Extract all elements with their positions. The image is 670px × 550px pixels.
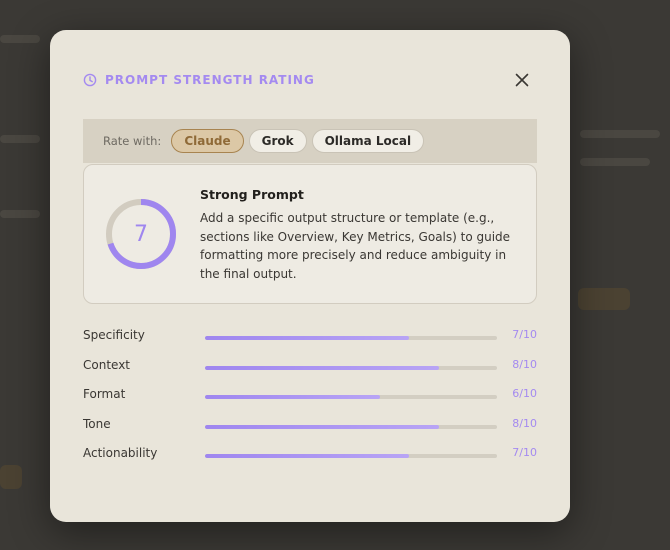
metric-label: Context xyxy=(83,357,131,372)
background-text xyxy=(0,210,40,218)
prompt-rating-modal: PROMPT STRENGTH RATING Rate with: Claude… xyxy=(50,30,570,522)
rate-option-claude[interactable]: Claude xyxy=(171,129,244,153)
metric-value: 7/10 xyxy=(512,328,537,341)
close-icon xyxy=(515,73,529,87)
metric-label: Tone xyxy=(83,416,111,431)
metric-value: 8/10 xyxy=(512,416,537,430)
metric-label: Actionability xyxy=(83,446,158,461)
background-text xyxy=(580,130,660,138)
metric-bar xyxy=(205,395,497,400)
metric-format: Format 6/10 xyxy=(83,387,537,417)
metric-bar-fill xyxy=(205,336,410,340)
summary-title: Strong Prompt xyxy=(200,187,304,202)
metric-label: Specificity xyxy=(83,328,145,342)
score-value: 7 xyxy=(134,221,148,247)
modal-title: PROMPT STRENGTH RATING xyxy=(105,73,315,87)
modal-header: PROMPT STRENGTH RATING xyxy=(83,70,537,90)
close-button[interactable] xyxy=(511,69,533,91)
metric-bar xyxy=(205,424,497,429)
background-chip xyxy=(578,288,630,310)
rate-option-ollama-local[interactable]: Ollama Local xyxy=(311,129,425,153)
background-text xyxy=(580,158,650,166)
metric-bar-fill xyxy=(205,424,439,429)
background-text xyxy=(0,35,40,43)
clock-icon xyxy=(83,73,97,87)
metric-specificity: Specificity 7/10 xyxy=(83,328,537,358)
metric-bar-fill xyxy=(205,365,439,370)
metrics-list: Specificity 7/10 Context 8/10 Format 6/1… xyxy=(83,328,537,476)
summary-text: Add a specific output structure or templ… xyxy=(200,211,511,281)
rate-with-bar: Rate with: Claude Grok Ollama Local xyxy=(83,119,537,163)
rate-with-label: Rate with: xyxy=(103,134,162,148)
metric-bar xyxy=(205,365,497,370)
metric-bar-fill xyxy=(205,395,381,400)
background-text xyxy=(0,135,40,143)
metric-bar xyxy=(205,454,497,459)
background-chip xyxy=(0,465,22,489)
metric-tone: Tone 8/10 xyxy=(83,417,537,447)
metric-actionability: Actionability 7/10 xyxy=(83,446,537,476)
metric-context: Context 8/10 xyxy=(83,358,537,388)
metric-value: 7/10 xyxy=(512,446,537,460)
summary-card: 7 Strong Prompt Add a specific output st… xyxy=(83,164,537,304)
metric-label: Format xyxy=(83,387,126,402)
rate-option-grok[interactable]: Grok xyxy=(248,129,307,153)
metric-bar-fill xyxy=(205,454,410,459)
metric-value: 6/10 xyxy=(512,387,537,401)
metric-value: 8/10 xyxy=(512,357,537,371)
metric-bar xyxy=(205,336,497,340)
